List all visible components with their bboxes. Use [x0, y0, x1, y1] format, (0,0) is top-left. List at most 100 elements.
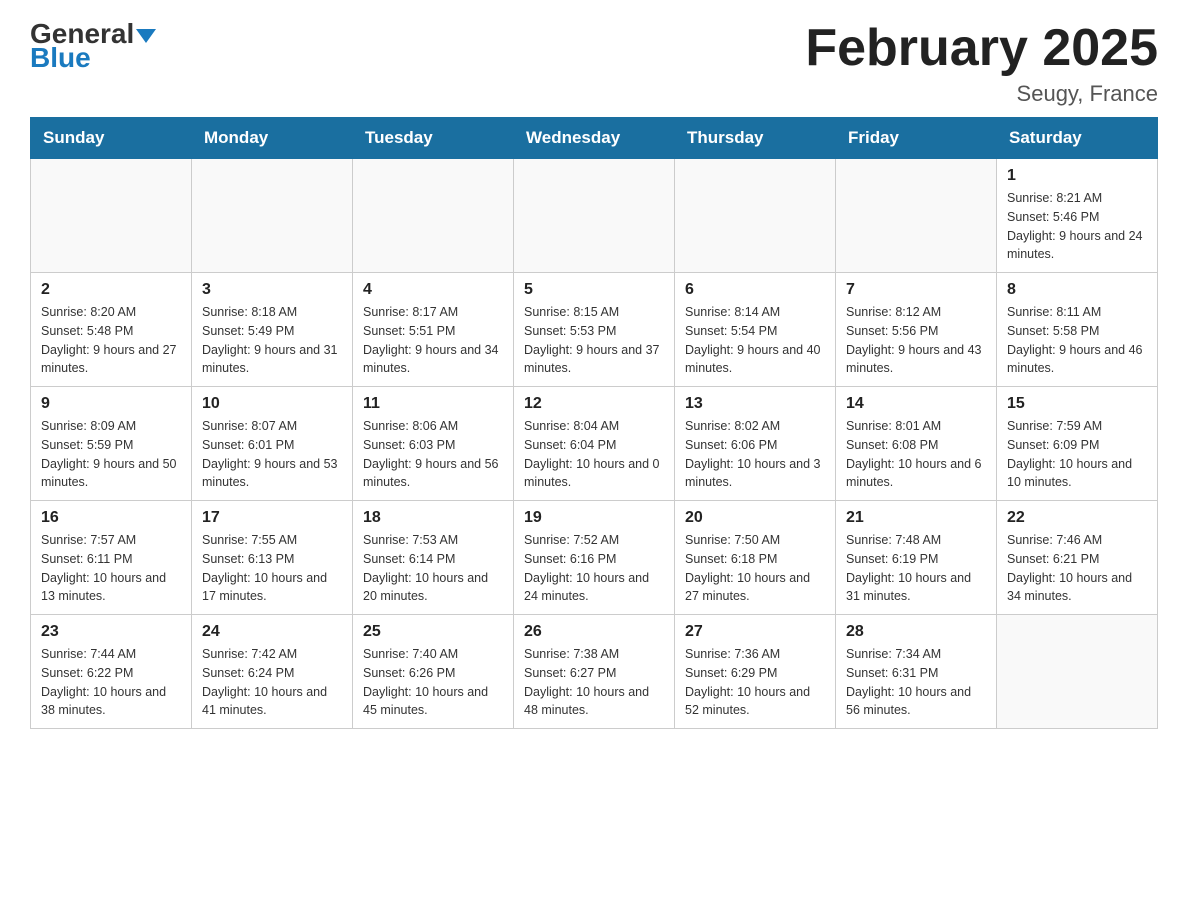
- day-of-week-header: Sunday: [31, 118, 192, 159]
- day-info: Sunrise: 7:44 AMSunset: 6:22 PMDaylight:…: [41, 645, 181, 720]
- calendar-day-cell: 23 Sunrise: 7:44 AMSunset: 6:22 PMDayligh…: [31, 615, 192, 729]
- day-number: 18: [363, 509, 503, 527]
- day-number: 14: [846, 395, 986, 413]
- day-info: Sunrise: 7:40 AMSunset: 6:26 PMDaylight:…: [363, 645, 503, 720]
- day-info: Sunrise: 7:38 AMSunset: 6:27 PMDaylight:…: [524, 645, 664, 720]
- calendar-day-cell: 10 Sunrise: 8:07 AMSunset: 6:01 PMDayligh…: [192, 387, 353, 501]
- day-info: Sunrise: 7:34 AMSunset: 6:31 PMDaylight:…: [846, 645, 986, 720]
- day-info: Sunrise: 8:09 AMSunset: 5:59 PMDaylight:…: [41, 417, 181, 492]
- day-info: Sunrise: 7:50 AMSunset: 6:18 PMDaylight:…: [685, 531, 825, 606]
- day-number: 9: [41, 395, 181, 413]
- calendar-day-cell: [836, 159, 997, 273]
- day-number: 19: [524, 509, 664, 527]
- day-number: 10: [202, 395, 342, 413]
- calendar-day-cell: [31, 159, 192, 273]
- calendar-week-row: 2 Sunrise: 8:20 AMSunset: 5:48 PMDaylight…: [31, 273, 1158, 387]
- calendar-day-cell: 4 Sunrise: 8:17 AMSunset: 5:51 PMDaylight…: [353, 273, 514, 387]
- month-title: February 2025: [805, 20, 1158, 77]
- day-number: 21: [846, 509, 986, 527]
- day-number: 12: [524, 395, 664, 413]
- day-info: Sunrise: 8:20 AMSunset: 5:48 PMDaylight:…: [41, 303, 181, 378]
- calendar-week-row: 23 Sunrise: 7:44 AMSunset: 6:22 PMDayligh…: [31, 615, 1158, 729]
- calendar-day-cell: 19 Sunrise: 7:52 AMSunset: 6:16 PMDayligh…: [514, 501, 675, 615]
- day-info: Sunrise: 7:46 AMSunset: 6:21 PMDaylight:…: [1007, 531, 1147, 606]
- day-number: 26: [524, 623, 664, 641]
- day-number: 28: [846, 623, 986, 641]
- day-info: Sunrise: 7:59 AMSunset: 6:09 PMDaylight:…: [1007, 417, 1147, 492]
- calendar-header-row: SundayMondayTuesdayWednesdayThursdayFrid…: [31, 118, 1158, 159]
- calendar-day-cell: 7Sunrise: 8:12 AMSunset: 5:56 PMDaylight…: [836, 273, 997, 387]
- calendar-day-cell: 13 Sunrise: 8:02 AMSunset: 6:06 PMDayligh…: [675, 387, 836, 501]
- calendar-day-cell: [192, 159, 353, 273]
- day-number: 27: [685, 623, 825, 641]
- day-number: 4: [363, 281, 503, 299]
- calendar-day-cell: [675, 159, 836, 273]
- calendar-day-cell: 18 Sunrise: 7:53 AMSunset: 6:14 PMDayligh…: [353, 501, 514, 615]
- calendar-day-cell: 3Sunrise: 8:18 AMSunset: 5:49 PMDaylight…: [192, 273, 353, 387]
- calendar-day-cell: 22Sunrise: 7:46 AMSunset: 6:21 PMDayligh…: [997, 501, 1158, 615]
- day-info: Sunrise: 8:01 AMSunset: 6:08 PMDaylight:…: [846, 417, 986, 492]
- calendar-day-cell: 9 Sunrise: 8:09 AMSunset: 5:59 PMDaylight…: [31, 387, 192, 501]
- calendar-day-cell: 2 Sunrise: 8:20 AMSunset: 5:48 PMDaylight…: [31, 273, 192, 387]
- day-number: 11: [363, 395, 503, 413]
- day-number: 6: [685, 281, 825, 299]
- day-info: Sunrise: 8:18 AMSunset: 5:49 PMDaylight:…: [202, 303, 342, 378]
- calendar-day-cell: 11 Sunrise: 8:06 AMSunset: 6:03 PMDayligh…: [353, 387, 514, 501]
- day-number: 16: [41, 509, 181, 527]
- calendar-day-cell: 8 Sunrise: 8:11 AMSunset: 5:58 PMDaylight…: [997, 273, 1158, 387]
- calendar-day-cell: 24 Sunrise: 7:42 AMSunset: 6:24 PMDayligh…: [192, 615, 353, 729]
- calendar-day-cell: 16 Sunrise: 7:57 AMSunset: 6:11 PMDayligh…: [31, 501, 192, 615]
- calendar-day-cell: 14 Sunrise: 8:01 AMSunset: 6:08 PMDayligh…: [836, 387, 997, 501]
- day-number: 25: [363, 623, 503, 641]
- calendar-day-cell: 20 Sunrise: 7:50 AMSunset: 6:18 PMDayligh…: [675, 501, 836, 615]
- day-of-week-header: Wednesday: [514, 118, 675, 159]
- day-number: 20: [685, 509, 825, 527]
- day-info: Sunrise: 7:36 AMSunset: 6:29 PMDaylight:…: [685, 645, 825, 720]
- day-number: 7: [846, 281, 986, 299]
- day-of-week-header: Thursday: [675, 118, 836, 159]
- calendar-week-row: 1Sunrise: 8:21 AMSunset: 5:46 PMDaylight…: [31, 159, 1158, 273]
- calendar-day-cell: [514, 159, 675, 273]
- day-info: Sunrise: 8:07 AMSunset: 6:01 PMDaylight:…: [202, 417, 342, 492]
- day-info: Sunrise: 7:42 AMSunset: 6:24 PMDaylight:…: [202, 645, 342, 720]
- day-info: Sunrise: 8:04 AMSunset: 6:04 PMDaylight:…: [524, 417, 664, 492]
- day-number: 8: [1007, 281, 1147, 299]
- calendar-week-row: 9 Sunrise: 8:09 AMSunset: 5:59 PMDaylight…: [31, 387, 1158, 501]
- day-info: Sunrise: 8:06 AMSunset: 6:03 PMDaylight:…: [363, 417, 503, 492]
- day-info: Sunrise: 8:17 AMSunset: 5:51 PMDaylight:…: [363, 303, 503, 378]
- day-number: 13: [685, 395, 825, 413]
- day-number: 2: [41, 281, 181, 299]
- page-header: General Blue February 2025 Seugy, France: [30, 20, 1158, 107]
- calendar-day-cell: 21Sunrise: 7:48 AMSunset: 6:19 PMDayligh…: [836, 501, 997, 615]
- logo: General Blue: [30, 20, 156, 72]
- logo-blue: Blue: [30, 44, 156, 72]
- calendar-week-row: 16 Sunrise: 7:57 AMSunset: 6:11 PMDayligh…: [31, 501, 1158, 615]
- day-info: Sunrise: 8:15 AMSunset: 5:53 PMDaylight:…: [524, 303, 664, 378]
- day-info: Sunrise: 8:02 AMSunset: 6:06 PMDaylight:…: [685, 417, 825, 492]
- day-number: 1: [1007, 167, 1147, 185]
- calendar-day-cell: [997, 615, 1158, 729]
- day-number: 23: [41, 623, 181, 641]
- day-info: Sunrise: 8:11 AMSunset: 5:58 PMDaylight:…: [1007, 303, 1147, 378]
- logo-triangle-icon: [136, 29, 156, 43]
- day-of-week-header: Friday: [836, 118, 997, 159]
- calendar-day-cell: 12 Sunrise: 8:04 AMSunset: 6:04 PMDayligh…: [514, 387, 675, 501]
- day-number: 24: [202, 623, 342, 641]
- day-info: Sunrise: 8:14 AMSunset: 5:54 PMDaylight:…: [685, 303, 825, 378]
- day-of-week-header: Tuesday: [353, 118, 514, 159]
- day-number: 15: [1007, 395, 1147, 413]
- calendar-day-cell: 26 Sunrise: 7:38 AMSunset: 6:27 PMDayligh…: [514, 615, 675, 729]
- day-number: 5: [524, 281, 664, 299]
- calendar-day-cell: 6 Sunrise: 8:14 AMSunset: 5:54 PMDaylight…: [675, 273, 836, 387]
- calendar-day-cell: 15 Sunrise: 7:59 AMSunset: 6:09 PMDayligh…: [997, 387, 1158, 501]
- calendar-day-cell: 27 Sunrise: 7:36 AMSunset: 6:29 PMDayligh…: [675, 615, 836, 729]
- day-info: Sunrise: 7:52 AMSunset: 6:16 PMDaylight:…: [524, 531, 664, 606]
- calendar-day-cell: 1Sunrise: 8:21 AMSunset: 5:46 PMDaylight…: [997, 159, 1158, 273]
- day-of-week-header: Saturday: [997, 118, 1158, 159]
- day-info: Sunrise: 7:53 AMSunset: 6:14 PMDaylight:…: [363, 531, 503, 606]
- location: Seugy, France: [805, 81, 1158, 107]
- day-info: Sunrise: 7:57 AMSunset: 6:11 PMDaylight:…: [41, 531, 181, 606]
- day-number: 17: [202, 509, 342, 527]
- calendar-day-cell: 25 Sunrise: 7:40 AMSunset: 6:26 PMDayligh…: [353, 615, 514, 729]
- calendar-table: SundayMondayTuesdayWednesdayThursdayFrid…: [30, 117, 1158, 729]
